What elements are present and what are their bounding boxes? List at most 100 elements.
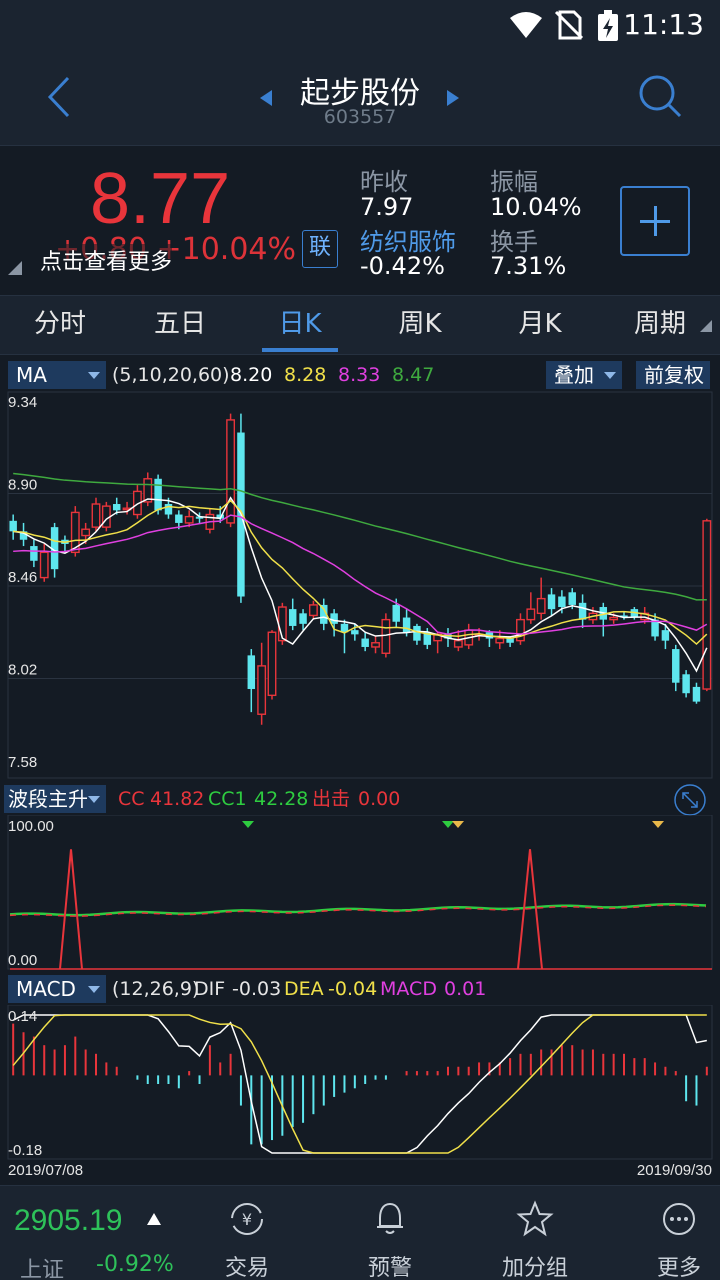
candle-body: [702, 520, 712, 690]
cc-selector[interactable]: 波段主升: [4, 785, 106, 813]
bottom-bar: 2905.19 上证 -0.92% ¥ 交易 预警 加分组 更多: [0, 1185, 720, 1280]
candle-body: [330, 613, 338, 624]
view-more-tip[interactable]: 点击查看更多: [40, 244, 173, 276]
tab-weekly-k[interactable]: 周K: [360, 296, 480, 354]
candle-body: [308, 604, 318, 617]
add-watchlist-button[interactable]: [620, 186, 690, 256]
index-change: -0.92%: [96, 1252, 174, 1277]
caret-down-icon: [604, 372, 616, 379]
nav-alert-label: 预警: [367, 1256, 412, 1280]
start-date: 2019/07/08: [8, 1162, 83, 1179]
macd-chart[interactable]: 0.14 -0.18 2019/07/08 2019/09/30: [0, 1005, 720, 1183]
overlay-selector[interactable]: 叠加: [546, 361, 622, 389]
candle-body: [526, 608, 536, 621]
candle-body: [392, 604, 400, 622]
candle-body: [351, 630, 359, 635]
candle-body: [672, 649, 680, 683]
trade-icon: ¥: [231, 1203, 263, 1235]
kline-axis-labels: 9.34 8.90 8.46 8.02 7.58: [8, 394, 37, 771]
clock: 11:13: [623, 8, 704, 41]
ma20-value: 8.33: [338, 364, 381, 386]
dea-line: [12, 1014, 707, 1154]
battery-charging-icon: [598, 10, 618, 41]
star-icon: [516, 1200, 554, 1237]
corner-indicator-icon: [8, 261, 22, 275]
dif-label: DIF: [194, 978, 226, 1000]
kline-chart[interactable]: 9.34 8.90 8.46 8.02 7.58: [0, 391, 720, 781]
candle-body: [175, 514, 183, 523]
prev-close-value: 7.97: [360, 193, 414, 221]
candle-body: [154, 478, 162, 511]
ma-selector-label: MA: [16, 363, 47, 387]
amplitude-label: 振幅: [490, 168, 538, 196]
macd-axis-label: 0.14: [8, 1008, 37, 1025]
nav-trade[interactable]: ¥ 交易: [192, 1186, 302, 1280]
candle-body: [692, 686, 701, 702]
tab-intraday[interactable]: 分时: [0, 296, 120, 354]
active-tab-indicator: [262, 348, 338, 352]
candle-body: [381, 618, 391, 654]
candle-body: [506, 638, 514, 643]
tab-daily-k[interactable]: 日K: [240, 296, 360, 354]
up-arrow-icon: [147, 1213, 161, 1225]
linked-button[interactable]: 联: [302, 230, 338, 268]
macd-selector[interactable]: MACD: [8, 975, 106, 1003]
macd-histogram: [12, 1023, 708, 1145]
cc-lines: [9, 821, 712, 970]
svg-text:¥: ¥: [242, 1210, 252, 1229]
ma5-value: 8.20: [230, 364, 273, 386]
adjust-button[interactable]: 前复权: [636, 361, 710, 389]
macd-value: 0.01: [444, 978, 487, 1000]
candle-body: [184, 515, 194, 524]
candle-body: [247, 655, 256, 690]
tab-five-day[interactable]: 五日: [120, 296, 240, 354]
signal-marker: [242, 821, 254, 828]
ma5-line: [13, 496, 708, 673]
cc-chart[interactable]: 100.00 0.00: [0, 815, 720, 975]
macd-selector-label: MACD: [16, 977, 76, 1001]
current-price: 8.77: [90, 159, 231, 239]
signal-marker: [452, 821, 464, 828]
kline-axis-label: 8.90: [8, 477, 37, 494]
candle-body: [495, 637, 505, 644]
index-value[interactable]: 2905.19: [14, 1204, 122, 1238]
cc-axis-labels: 100.00 0.00: [8, 818, 54, 969]
ma60-value: 8.47: [392, 364, 435, 386]
kline-axis-label: 8.46: [8, 569, 37, 586]
dif-line: [12, 1014, 707, 1154]
nav-more[interactable]: 更多: [624, 1186, 720, 1280]
tab-monthly-k[interactable]: 月K: [480, 296, 600, 354]
tab-period-label: 周期: [633, 309, 686, 339]
cc-axis-label: 0.00: [8, 952, 37, 969]
search-icon[interactable]: [636, 72, 684, 120]
tab-period[interactable]: 周期: [600, 296, 720, 354]
candle-body: [39, 551, 49, 579]
candle-body: [558, 596, 566, 608]
nav-add-group[interactable]: 加分组: [480, 1186, 590, 1280]
dea-value: -0.04: [328, 978, 378, 1000]
kline-frame: [7, 391, 713, 779]
expand-icon[interactable]: [672, 782, 708, 818]
header: 起步股份 603557: [0, 50, 720, 145]
signal-marker: [442, 821, 454, 828]
macd-params: (12,26,9): [112, 978, 200, 1000]
macd-grid: [7, 1005, 713, 1160]
candle-body: [609, 616, 619, 621]
quote-panel[interactable]: 8.77 +0.80 +10.04% 点击查看更多 联 昨收 7.97 纺织服饰…: [0, 145, 720, 295]
dif-value: -0.03: [232, 978, 282, 1000]
kline-grid: [7, 391, 713, 779]
candle-body: [547, 594, 556, 610]
more-icon: [663, 1203, 695, 1235]
out-label: 出击: [312, 788, 351, 810]
index-name: 上证: [20, 1258, 65, 1280]
cc-value: 41.82: [150, 788, 205, 810]
ma-params: (5,10,20,60): [112, 364, 230, 386]
candle-body: [578, 602, 587, 620]
ma-selector[interactable]: MA: [8, 361, 106, 389]
stock-code: 603557: [323, 106, 397, 128]
cc-selector-label: 波段主升: [8, 787, 88, 811]
next-stock-icon[interactable]: [445, 88, 461, 108]
candle-body: [81, 528, 91, 537]
nav-alert[interactable]: 预警: [335, 1186, 445, 1280]
no-sim-icon: [554, 10, 584, 40]
